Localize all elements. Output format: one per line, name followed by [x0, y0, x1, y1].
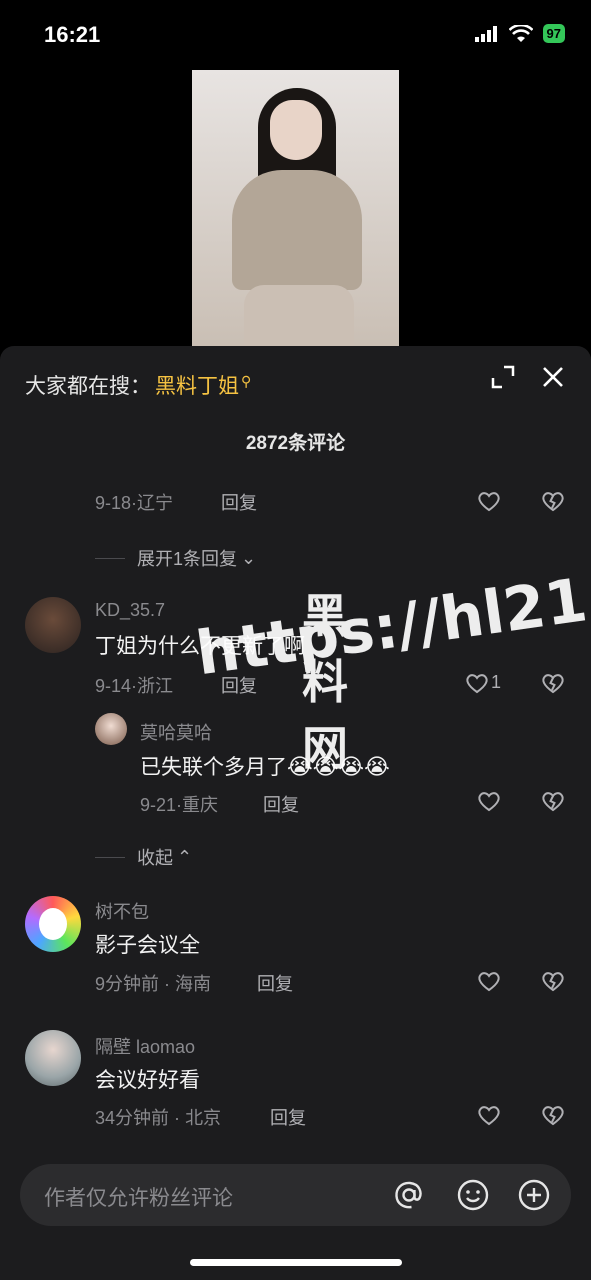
comment-meta: 9-14·浙江	[95, 676, 174, 696]
comment-input-placeholder: 作者仅允许粉丝评论	[44, 1187, 233, 1210]
reply-text: 已失联个多月了😭😭😭😭	[140, 754, 390, 779]
comment-text: 影子会议全	[95, 934, 200, 957]
comment-username[interactable]: 隔壁 laomao	[95, 1033, 195, 1059]
comment-username[interactable]: KD_35.7	[95, 600, 165, 621]
broken-heart-icon[interactable]	[541, 672, 565, 694]
search-prefix: 大家都在搜：	[25, 375, 151, 398]
expand-replies[interactable]: 展开1条回复 ⌄	[95, 545, 256, 571]
comment-meta: 9-18·辽宁	[95, 493, 174, 513]
avatar[interactable]	[25, 896, 81, 952]
heart-icon[interactable]	[477, 490, 501, 512]
heart-icon[interactable]	[477, 970, 501, 992]
search-icon: ⚲	[241, 372, 252, 389]
avatar[interactable]	[25, 597, 81, 653]
broken-heart-icon[interactable]	[541, 1104, 565, 1126]
reply-button[interactable]: 回复	[221, 489, 257, 515]
reply-button[interactable]: 回复	[270, 1104, 306, 1130]
like-count: 1	[491, 672, 502, 692]
chevron-down-icon: ⌄	[241, 547, 257, 568]
broken-heart-icon[interactable]	[541, 490, 565, 512]
reply-button[interactable]: 回复	[257, 970, 293, 996]
chevron-up-icon: ⌃	[177, 846, 193, 867]
avatar[interactable]	[95, 713, 127, 745]
broken-heart-icon[interactable]	[541, 790, 565, 812]
status-icons: 97	[474, 24, 565, 43]
search-suggestion[interactable]: 大家都在搜： 黑料丁姐 ⚲	[25, 370, 251, 400]
comment-username[interactable]: 树不包	[95, 898, 149, 924]
emoji-icon[interactable]	[456, 1178, 490, 1212]
reply-button[interactable]: 回复	[263, 791, 299, 817]
wifi-icon	[508, 24, 533, 42]
comment-meta: 9分钟前 · 海南	[95, 974, 212, 994]
home-indicator[interactable]	[190, 1259, 402, 1266]
comment-meta: 9-21·重庆	[140, 795, 219, 815]
avatar[interactable]	[25, 1030, 81, 1086]
heart-icon[interactable]	[477, 790, 501, 812]
comment-count: 2872条评论	[245, 433, 346, 454]
status-time: 16:21	[44, 22, 101, 47]
expand-icon[interactable]	[490, 364, 516, 390]
comment-meta: 34分钟前 · 北京	[95, 1108, 222, 1128]
close-icon[interactable]	[540, 364, 566, 390]
status-bar: 16:21 97	[0, 0, 591, 70]
mention-icon[interactable]	[392, 1178, 426, 1212]
comment-text: 会议好好看	[95, 1069, 200, 1092]
add-icon[interactable]	[517, 1178, 551, 1212]
search-keyword[interactable]: 黑料丁姐	[155, 370, 239, 400]
battery-indicator: 97	[542, 24, 565, 43]
heart-icon[interactable]	[477, 1104, 501, 1126]
collapse-replies[interactable]: 收起 ⌃	[95, 844, 192, 870]
broken-heart-icon[interactable]	[541, 970, 565, 992]
signal-icon	[474, 25, 497, 42]
comment-input-bar[interactable]: 作者仅允许粉丝评论	[20, 1164, 571, 1226]
reply-username[interactable]: 莫哈莫哈	[140, 719, 212, 745]
video-thumbnail[interactable]	[192, 70, 399, 360]
heart-icon[interactable]	[465, 672, 489, 694]
